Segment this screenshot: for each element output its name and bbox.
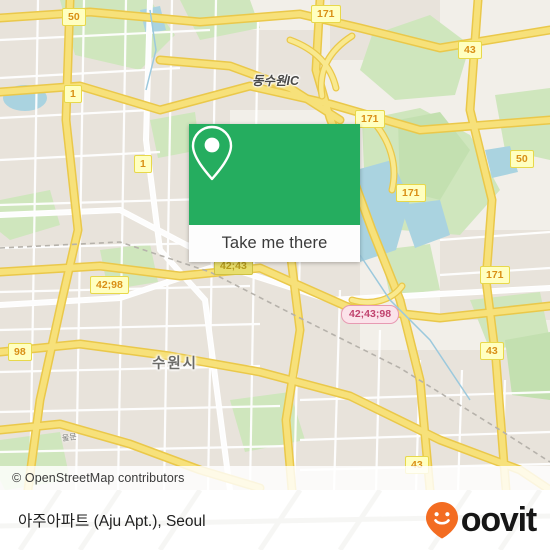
moovit-map-screenshot: 동수원IC 수원시 울문 50 171 43 1 171 1 50 171 42… — [0, 0, 550, 550]
place-title-text: 아주아파트 (Aju Apt.), Seoul — [18, 513, 206, 530]
route-shield-43-right[interactable]: 43 — [480, 342, 504, 360]
location-pin-icon — [191, 125, 233, 181]
card-pin-area — [189, 124, 360, 225]
moovit-wordmark-text: oovit — [460, 501, 537, 539]
route-shield-1-left[interactable]: 1 — [64, 85, 82, 103]
route-shield-171-right[interactable]: 171 — [480, 266, 510, 284]
route-shield-50-right[interactable]: 50 — [510, 150, 534, 168]
osm-attribution-text[interactable]: © OpenStreetMap contributors — [0, 471, 185, 485]
route-shield-42-43-98[interactable]: 42;43;98 — [341, 305, 400, 324]
map-attribution-bar: © OpenStreetMap contributors — [0, 466, 550, 490]
route-shield-50-topleft[interactable]: 50 — [62, 8, 86, 26]
card-cta-area[interactable]: Take me there — [189, 225, 360, 262]
footer-bar: 아주아파트 (Aju Apt.), Seoul oovit — [0, 490, 550, 550]
route-shield-43-topright[interactable]: 43 — [458, 41, 482, 59]
map-canvas[interactable]: 동수원IC 수원시 울문 50 171 43 1 171 1 50 171 42… — [0, 0, 550, 490]
route-shield-98-left[interactable]: 98 — [8, 343, 32, 361]
moovit-wordmark: oovit — [460, 501, 537, 539]
route-shield-171-mid[interactable]: 171 — [396, 184, 426, 202]
moovit-pin-smile-icon — [425, 502, 458, 539]
route-shield-1-mid[interactable]: 1 — [134, 155, 152, 173]
footer-place-title: 아주아파트 (Aju Apt.), Seoul — [18, 490, 206, 550]
route-shield-42-98[interactable]: 42;98 — [90, 276, 129, 294]
take-me-there-label: Take me there — [221, 234, 328, 252]
route-shield-171-top[interactable]: 171 — [311, 5, 341, 23]
take-me-there-card[interactable]: Take me there — [189, 124, 360, 262]
moovit-logo[interactable]: oovit — [425, 490, 537, 550]
